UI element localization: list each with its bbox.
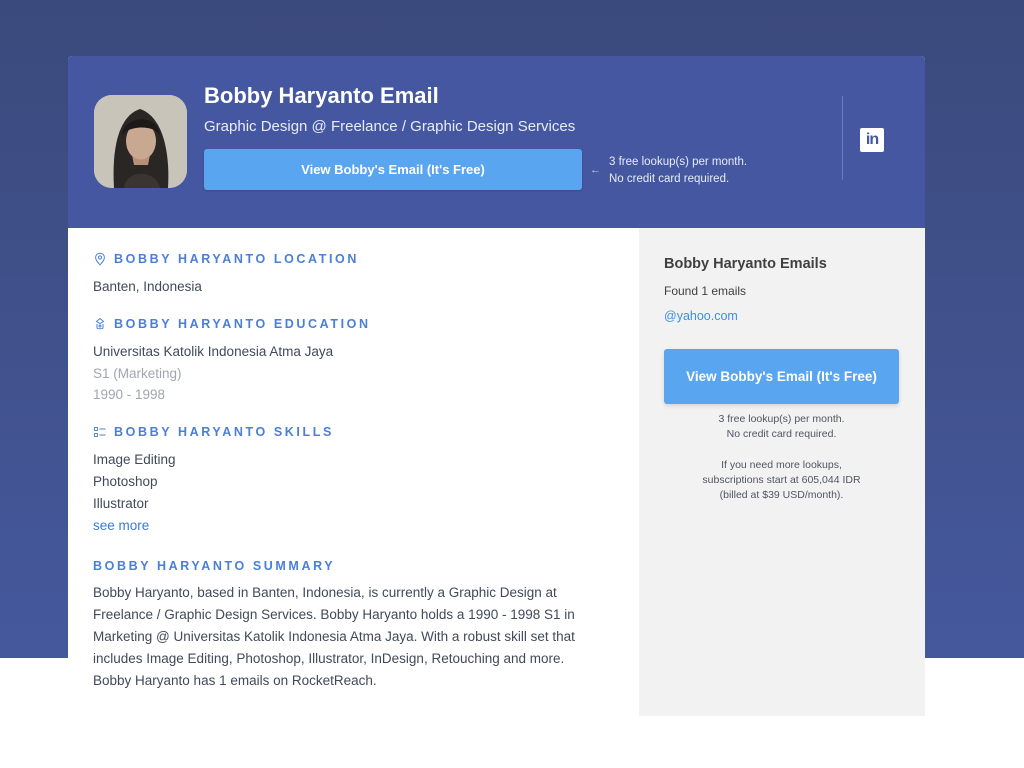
sidebar-note-line1: 3 free lookup(s) per month. (718, 413, 845, 425)
lookup-note-line1: 3 free lookup(s) per month. (609, 156, 748, 168)
summary-line: Bobby Haryanto has 1 emails on RocketRea… (93, 673, 377, 688)
page-title: Bobby Haryanto Email (204, 83, 439, 108)
summary-section-title: BOBBY HARYANTO SUMMARY (93, 559, 336, 573)
header-divider (842, 96, 843, 180)
education-degree: S1 (Marketing) (93, 366, 182, 381)
profile-card: Bobby Haryanto Email Graphic Design @ Fr… (68, 56, 925, 716)
skill-item: Illustrator (93, 496, 149, 511)
education-years: 1990 - 1998 (93, 387, 166, 402)
skill-item: Photoshop (93, 474, 158, 489)
summary-line: Marketing @ Universitas Katolik Indonesi… (93, 629, 575, 644)
profile-details: BOBBY HARYANTO LOCATION Banten, Indonesi… (68, 228, 639, 716)
view-email-button-header[interactable]: View Bobby's Email (It's Free) (204, 149, 582, 190)
location-value: Banten, Indonesia (93, 279, 202, 294)
summary-line: Freelance / Graphic Design Services. Bob… (93, 607, 575, 622)
sidebar-title: Bobby Haryanto Emails (664, 256, 827, 272)
education-icon (93, 317, 107, 331)
view-email-button-sidebar[interactable]: View Bobby's Email (It's Free) (664, 349, 899, 404)
skill-item: Image Editing (93, 452, 176, 467)
skills-section-title: BOBBY HARYANTO SKILLS (93, 425, 334, 439)
education-school: Universitas Katolik Indonesia Atma Jaya (93, 344, 334, 359)
education-section-title: BOBBY HARYANTO EDUCATION (93, 317, 371, 331)
see-more-link[interactable]: see more (93, 518, 149, 533)
email-sidebar: Bobby Haryanto Emails Found 1 emails @ya… (639, 228, 925, 716)
summary-line: Bobby Haryanto, based in Banten, Indones… (93, 585, 557, 600)
summary-line: includes Image Editing, Photoshop, Illus… (93, 651, 565, 666)
subscription-line1: If you need more lookups, (721, 459, 842, 471)
list-icon (93, 425, 107, 439)
arrow-left-icon: ← (590, 164, 601, 176)
lookup-note-sidebar: 3 free lookup(s) per month. No credit ca… (664, 412, 899, 442)
profile-headline: Graphic Design @ Freelance / Graphic Des… (204, 118, 576, 135)
emails-found-count: Found 1 emails (664, 284, 747, 298)
subscription-line3: (billed at $39 USD/month). (719, 489, 844, 501)
summary-text: Bobby Haryanto, based in Banten, Indones… (93, 582, 613, 692)
lookup-note-line2: No credit card required. (609, 173, 730, 185)
linkedin-icon[interactable]: in (860, 128, 884, 152)
subscription-line2: subscriptions start at 605,044 IDR (702, 474, 861, 486)
avatar-photo-icon (94, 95, 187, 188)
avatar (94, 95, 187, 188)
email-domain: @yahoo.com (664, 309, 738, 323)
location-pin-icon (93, 252, 107, 266)
lookup-note-header: 3 free lookup(s) per month. No credit ca… (609, 154, 747, 188)
profile-header: Bobby Haryanto Email Graphic Design @ Fr… (68, 56, 925, 228)
location-section-title: BOBBY HARYANTO LOCATION (93, 252, 359, 266)
sidebar-note-line2: No credit card required. (726, 428, 837, 440)
subscription-note: If you need more lookups, subscriptions … (664, 458, 899, 503)
